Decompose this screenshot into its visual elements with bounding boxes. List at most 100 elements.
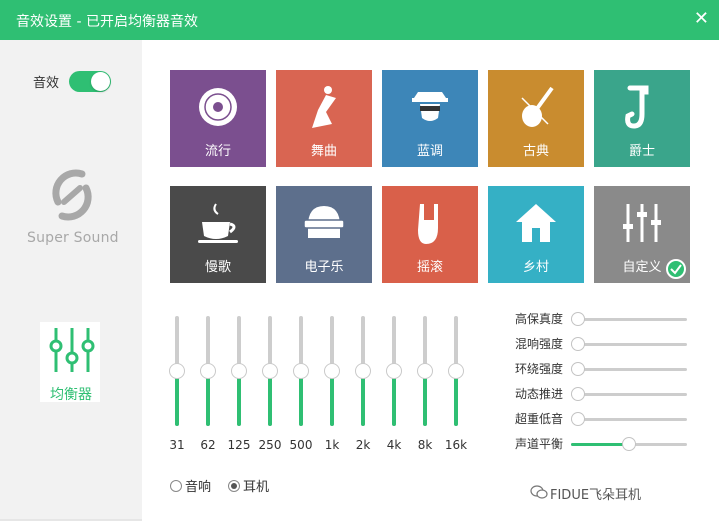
preset-tile[interactable]: 自定义 [594,186,690,283]
effect-slider-knob[interactable] [571,312,585,326]
eq-slider[interactable] [448,316,464,426]
slider-knob[interactable] [262,363,278,379]
supersound-label[interactable]: Super Sound [27,230,119,246]
sidebar-item-equalizer[interactable]: 均衡器 [40,322,100,403]
violin-icon [521,86,554,127]
effect-slider[interactable] [571,337,687,351]
eq-slider[interactable] [293,316,309,426]
slider-knob[interactable] [293,363,309,379]
preset-tile[interactable]: 舞曲 [276,70,372,167]
headphone-label: 耳机 [243,480,270,495]
eq-slider[interactable] [231,316,247,426]
slider-fill [299,371,303,426]
preset-label: 慢歌 [204,260,231,275]
radio-dot [228,480,240,492]
eq-slider[interactable] [324,316,340,426]
preset-label: 流行 [204,144,231,159]
preset-tile[interactable]: 爵士 [594,70,690,167]
eq-slider[interactable] [417,316,433,426]
speaker-radio[interactable]: 音响 [170,476,211,495]
effect-slider-knob[interactable] [571,387,585,401]
title-bar: 音效设置 - 已开启均衡器音效 ✕ [0,0,719,40]
radio-dot [170,480,182,492]
coffee-cup-icon [198,203,238,243]
effect-slider-fill [571,443,629,446]
effect-label: 动态推进 [515,387,564,401]
dancer-icon [312,86,336,128]
slider-fill [206,371,210,426]
preset-tile[interactable]: 乡村 [488,186,584,283]
preset-tile[interactable]: 电子乐 [276,186,372,283]
helmet-icon [303,206,345,238]
preset-label: 蓝调 [416,144,443,159]
wechat-icon [530,485,548,499]
effect-slider-knob[interactable] [571,412,585,426]
slider-fill [423,371,427,426]
effect-slider[interactable] [571,362,687,376]
preset-tile[interactable]: 摇滚 [382,186,478,283]
sound-effect-label: 音效 [33,76,60,91]
eq-band-label: 16k [444,438,468,452]
effect-label: 环绕强度 [515,362,564,376]
close-icon[interactable]: ✕ [694,8,709,29]
slider-fill [330,371,334,426]
effect-slider-knob[interactable] [571,362,585,376]
slider-knob[interactable] [417,363,433,379]
effect-slider[interactable] [571,312,687,326]
slider-knob[interactable] [200,363,216,379]
effect-slider[interactable] [571,437,687,451]
slider-knob[interactable] [324,363,340,379]
saxophone-icon [625,85,649,129]
eq-slider[interactable] [169,316,185,426]
vinyl-record-icon [199,88,237,126]
blues-musician-icon [412,92,448,121]
preset-tile[interactable]: 流行 [170,70,266,167]
effect-slider[interactable] [571,412,687,426]
slider-knob[interactable] [448,363,464,379]
eq-slider[interactable] [386,316,402,426]
effect-slider-knob[interactable] [622,437,636,451]
slider-knob[interactable] [355,363,371,379]
slider-fill [392,371,396,426]
supersound-logo-icon [52,169,92,221]
effect-slider-row: 声道平衡 [515,435,695,453]
preset-label: 爵士 [628,144,655,159]
equalizer-label: 均衡器 [50,387,92,403]
effect-slider-knob[interactable] [571,337,585,351]
effect-slider-row: 混响强度 [515,335,695,353]
effect-label: 混响强度 [515,337,564,351]
equalizer-icon [49,328,95,372]
slider-fill [454,371,458,426]
slider-fill [361,371,365,426]
window-title: 音效设置 - 已开启均衡器音效 [16,14,198,30]
effect-slider-row: 环绕强度 [515,360,695,378]
effect-slider[interactable] [571,387,687,401]
effect-label: 声道平衡 [515,437,564,451]
slider-fill [175,371,179,426]
preset-label: 乡村 [522,260,549,275]
slider-knob[interactable] [231,363,247,379]
slider-knob[interactable] [386,363,402,379]
effect-label: 高保真度 [515,312,564,326]
preset-label: 古典 [522,144,549,159]
eq-slider[interactable] [355,316,371,426]
slider-fill [268,371,272,426]
preset-label: 摇滚 [416,260,443,275]
sidebar [0,40,142,521]
preset-label: 电子乐 [304,260,344,275]
preset-tile[interactable]: 蓝调 [382,70,478,167]
selected-check-icon [666,259,686,279]
eq-slider[interactable] [200,316,216,426]
effect-label: 超重低音 [515,412,564,426]
watermark-text: FIDUE飞朵耳机 [550,488,642,503]
preset-tile[interactable]: 慢歌 [170,186,266,283]
headphone-radio[interactable]: 耳机 [228,476,269,495]
preset-label: 舞曲 [310,144,337,159]
rock-hand-icon [418,204,438,244]
preset-tile[interactable]: 古典 [488,70,584,167]
eq-slider[interactable] [262,316,278,426]
sound-effect-toggle[interactable] [69,71,111,92]
sliders-icon [623,204,661,242]
effect-slider-row: 高保真度 [515,310,695,328]
slider-knob[interactable] [169,363,185,379]
